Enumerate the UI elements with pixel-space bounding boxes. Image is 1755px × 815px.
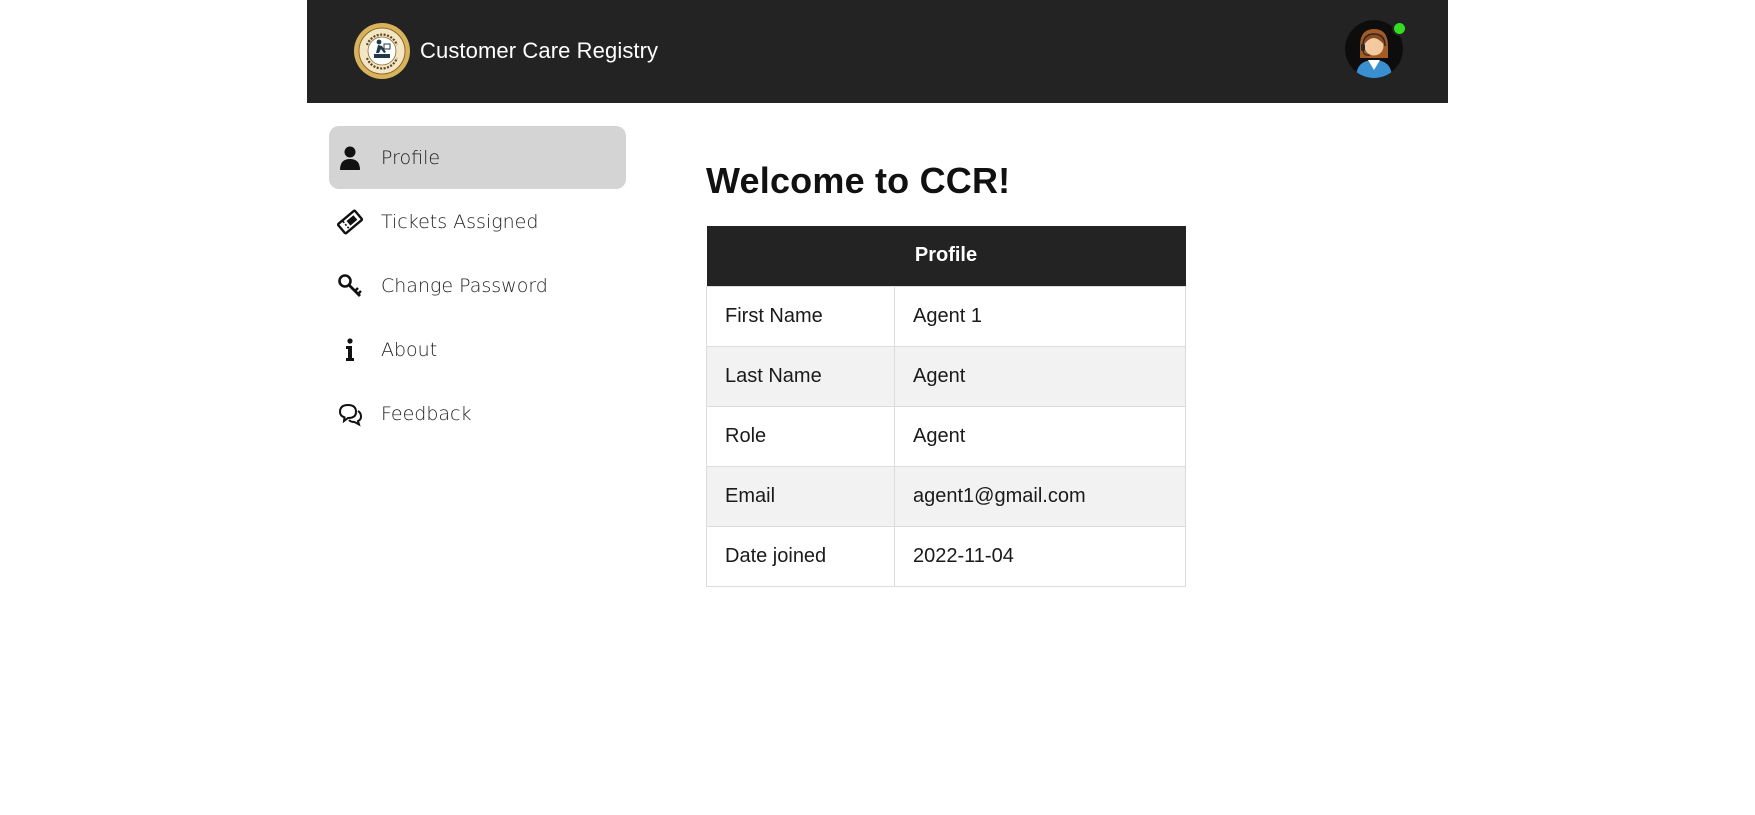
page-title: Welcome to CCR! <box>706 160 1011 201</box>
profile-field-value: 2022-11-04 <box>894 525 1186 587</box>
sidebar: Profile Tickets Assigned Change Password… <box>329 126 626 446</box>
app-title: Customer Care Registry <box>420 38 659 63</box>
top-navbar: Customer Care Registry <box>307 0 1448 103</box>
online-status-indicator <box>1392 21 1407 36</box>
sidebar-item-label: Feedback <box>381 402 472 425</box>
customer-care-registry-logo <box>354 23 410 79</box>
profile-field-label: Last Name <box>706 345 895 407</box>
sidebar-item-feedback[interactable]: Feedback <box>329 382 626 445</box>
chat-bubbles-icon <box>335 399 365 429</box>
app-root: Customer Care Registry Profile Tickets A… <box>307 0 1448 815</box>
sidebar-item-label: Profile <box>381 146 441 169</box>
sidebar-item-label: About <box>381 338 438 361</box>
sidebar-item-profile[interactable]: Profile <box>329 126 626 189</box>
user-icon <box>335 143 365 173</box>
table-row-first-name: First Name Agent 1 <box>706 285 1186 347</box>
profile-field-value: Agent 1 <box>894 285 1186 347</box>
profile-field-label: Role <box>706 405 895 467</box>
sidebar-item-change-password[interactable]: Change Password <box>329 254 626 317</box>
table-row-last-name: Last Name Agent <box>706 345 1186 407</box>
profile-field-value: Agent <box>894 345 1186 407</box>
info-icon <box>335 335 365 365</box>
key-icon <box>335 271 365 301</box>
profile-table: Profile First Name Agent 1 Last Name Age… <box>706 226 1186 587</box>
profile-table-header-row: Profile <box>706 226 1186 286</box>
ticket-icon <box>335 207 365 237</box>
sidebar-item-about[interactable]: About <box>329 318 626 381</box>
table-row-email: Email agent1@gmail.com <box>706 465 1186 527</box>
profile-field-label: Email <box>706 465 895 527</box>
user-avatar-button[interactable] <box>1345 20 1407 80</box>
profile-table-header: Profile <box>706 226 1186 286</box>
brand[interactable]: Customer Care Registry <box>353 22 658 80</box>
profile-field-label: First Name <box>706 285 895 347</box>
profile-field-label: Date joined <box>706 525 895 587</box>
profile-field-value: agent1@gmail.com <box>894 465 1186 527</box>
table-row-role: Role Agent <box>706 405 1186 467</box>
sidebar-item-label: Change Password <box>381 274 548 297</box>
profile-field-value: Agent <box>894 405 1186 467</box>
table-row-date-joined: Date joined 2022-11-04 <box>706 525 1186 587</box>
sidebar-item-tickets-assigned[interactable]: Tickets Assigned <box>329 190 626 253</box>
sidebar-item-label: Tickets Assigned <box>381 210 539 233</box>
